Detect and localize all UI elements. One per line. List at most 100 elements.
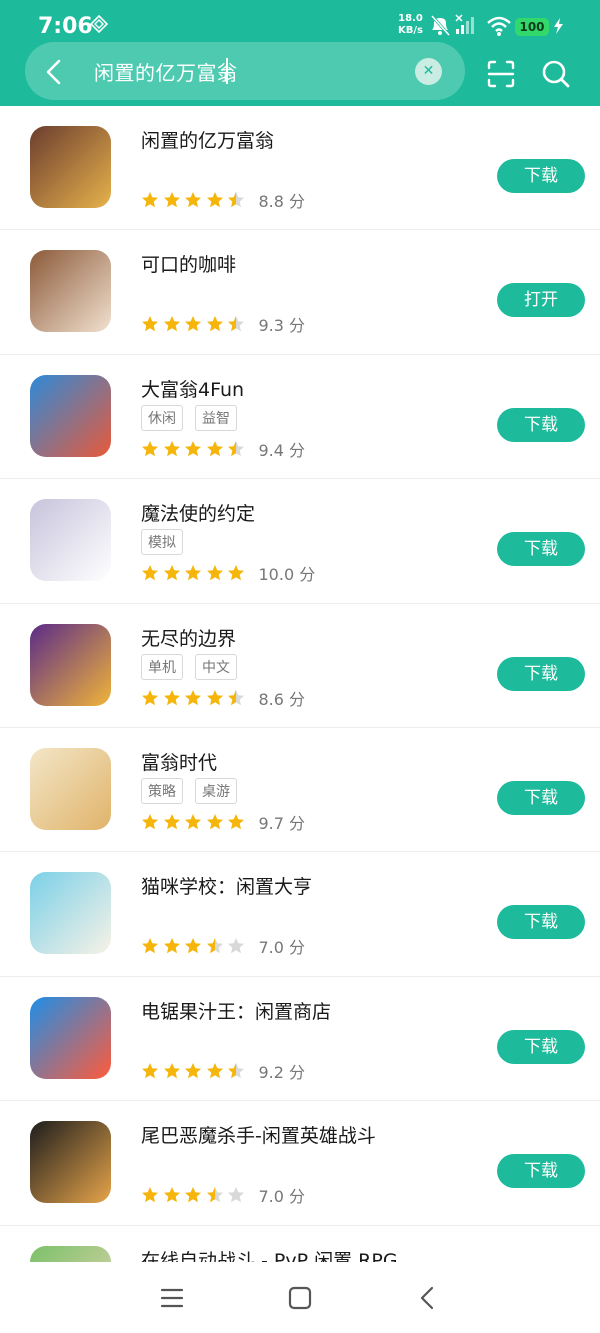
app-icon[interactable] xyxy=(30,374,111,457)
app-icon[interactable] xyxy=(30,623,111,706)
star-icon xyxy=(163,440,180,456)
star-icon xyxy=(206,440,223,456)
download-button[interactable]: 下载 xyxy=(497,656,585,691)
app-rating: 9.4 分 xyxy=(141,437,305,461)
star-icon xyxy=(185,192,201,208)
status-icons xyxy=(430,14,563,37)
app-tag: 桌游 xyxy=(195,777,237,804)
star-icon xyxy=(228,813,244,830)
star-icon xyxy=(228,440,244,456)
menu-icon[interactable] xyxy=(158,1284,186,1312)
rating-score: 9.7 分 xyxy=(258,813,306,833)
notification-app-icon xyxy=(90,15,108,33)
star-icon xyxy=(163,938,180,954)
download-button[interactable]: 下载 xyxy=(497,407,585,442)
app-tags: 单机 中文 xyxy=(141,653,249,680)
star-icon xyxy=(206,316,223,332)
download-button[interactable]: 下载 xyxy=(497,159,585,193)
app-list-item[interactable]: 闲置的亿万富翁 8.8 分 下载 xyxy=(0,106,600,231)
text-cursor xyxy=(226,58,228,84)
app-list-item[interactable]: 猫咪学校：闲置大亨 7.0 分 下载 xyxy=(0,852,600,977)
app-rating: 8.8 分 xyxy=(141,188,305,212)
app-list-item[interactable]: 电锯果汁王：闲置商店 9.2 分 下载 xyxy=(0,977,600,1102)
app-tags: 模拟 xyxy=(141,529,195,556)
charging-bolt-icon xyxy=(554,18,563,34)
star-icon xyxy=(228,1062,244,1078)
app-icon[interactable] xyxy=(30,126,111,208)
rating-score: 8.6 分 xyxy=(258,689,306,709)
mute-bell-icon xyxy=(430,14,451,37)
app-rating: 7.0 分 xyxy=(141,1183,305,1207)
star-icon xyxy=(228,565,244,581)
star-icon xyxy=(185,565,201,581)
app-list-item[interactable]: 无尽的边界 单机 中文 8.6 分 下载 xyxy=(0,604,600,728)
app-rating: 8.6 分 xyxy=(141,686,305,710)
star-icon xyxy=(206,938,223,954)
app-tag: 策略 xyxy=(141,777,183,804)
app-name: 大富翁4Fun xyxy=(141,378,245,401)
app-icon[interactable] xyxy=(30,1121,111,1204)
star-icon xyxy=(163,1062,180,1078)
app-tag: 益智 xyxy=(195,404,237,431)
star-icon xyxy=(228,1187,244,1203)
star-icon xyxy=(142,813,158,830)
search-icon[interactable] xyxy=(540,58,572,90)
star-icon xyxy=(206,689,223,705)
download-button[interactable]: 下载 xyxy=(497,905,585,940)
app-list-item[interactable]: 尾巴恶魔杀手-闲置英雄战斗 7.0 分 下载 xyxy=(0,1101,600,1226)
app-list-item[interactable]: 大富翁4Fun 休闲 益智 9.4 分 下载 xyxy=(0,355,600,480)
rating-score: 7.0 分 xyxy=(258,938,306,958)
star-icon xyxy=(228,938,244,954)
status-time: 7:06 xyxy=(38,14,93,39)
app-list-item[interactable]: 魔法使的约定模拟 10.0 分 下载 xyxy=(0,479,600,604)
star-icon xyxy=(163,1187,180,1203)
app-list-item[interactable]: 富翁时代策略 桌游 9.7 分 下载 xyxy=(0,728,600,853)
app-icon[interactable] xyxy=(30,250,111,333)
app-list-item[interactable]: 在线自动战斗 - PvP 闲置 RPG xyxy=(0,1226,600,1266)
rating-score: 7.0 分 xyxy=(258,1187,306,1207)
app-icon[interactable] xyxy=(30,872,111,955)
download-button[interactable]: 下载 xyxy=(497,780,585,815)
star-icon xyxy=(228,316,244,332)
nav-back-icon[interactable] xyxy=(414,1284,442,1312)
search-input[interactable]: 闲置的亿万富翁 xyxy=(94,57,238,86)
app-header: 7:06 18.0 KB/s 100 闲置的亿万富翁 ✕ xyxy=(0,0,600,106)
battery-indicator: 100 xyxy=(515,18,549,36)
open-button[interactable]: 打开 xyxy=(497,283,585,318)
star-icon xyxy=(142,565,158,581)
star-icon xyxy=(163,689,180,705)
app-name: 猫咪学校：闲置大亨 xyxy=(141,876,313,899)
star-icon xyxy=(228,689,244,705)
clear-search-icon[interactable]: ✕ xyxy=(415,58,442,85)
system-navigation-bar xyxy=(0,1262,600,1333)
back-arrow-icon[interactable] xyxy=(38,56,70,88)
star-icon xyxy=(142,938,158,954)
rating-score: 10.0 分 xyxy=(258,565,316,585)
star-icon xyxy=(206,565,223,581)
app-name: 魔法使的约定 xyxy=(141,503,256,526)
app-tag: 模拟 xyxy=(141,529,183,556)
app-name: 闲置的亿万富翁 xyxy=(141,130,275,152)
rating-score: 9.3 分 xyxy=(258,316,306,336)
star-icon xyxy=(185,1062,201,1078)
search-bar[interactable] xyxy=(25,42,465,100)
app-tag: 单机 xyxy=(141,653,183,680)
home-icon[interactable] xyxy=(286,1284,314,1312)
star-icon xyxy=(163,565,180,581)
star-icon xyxy=(185,440,201,456)
app-icon[interactable] xyxy=(30,747,111,830)
download-button[interactable]: 下载 xyxy=(497,1154,585,1189)
app-name: 电锯果汁王：闲置商店 xyxy=(141,1000,332,1023)
app-icon[interactable] xyxy=(30,996,111,1079)
star-icon xyxy=(142,1187,158,1203)
scan-icon[interactable] xyxy=(485,58,517,90)
app-list-item[interactable]: 可口的咖啡 9.3 分 打开 xyxy=(0,230,600,355)
star-icon xyxy=(185,813,201,830)
download-button[interactable]: 下载 xyxy=(497,1029,585,1064)
star-icon xyxy=(142,689,158,705)
app-tag: 休闲 xyxy=(141,404,183,431)
download-button[interactable]: 下载 xyxy=(497,532,585,567)
app-icon[interactable] xyxy=(30,499,111,582)
app-name: 富翁时代 xyxy=(141,751,218,774)
star-icon xyxy=(228,192,244,208)
